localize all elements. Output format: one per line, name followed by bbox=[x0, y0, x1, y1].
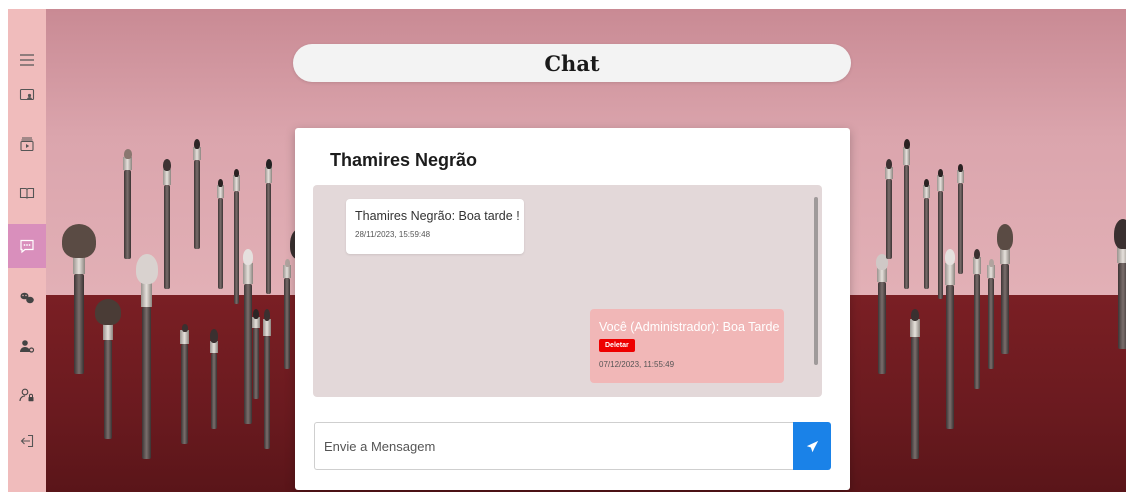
book-icon bbox=[19, 187, 35, 199]
page-title-bar: Chat bbox=[293, 44, 851, 82]
paw-icon bbox=[20, 292, 34, 304]
brush-decoration bbox=[283, 259, 291, 369]
delete-message-button[interactable]: Deletar bbox=[599, 339, 635, 352]
message-compose bbox=[314, 422, 831, 470]
chat-icon bbox=[20, 239, 34, 254]
chat-panel: Thamires Negrão Thamires Negrão: Boa tar… bbox=[295, 128, 850, 490]
message-timestamp: 07/12/2023, 11:55:49 bbox=[599, 360, 675, 369]
brush-decoration bbox=[62, 224, 96, 374]
brush-decoration bbox=[180, 324, 189, 444]
message-outgoing: Você (Administrador): Boa Tarde Deletar … bbox=[590, 309, 784, 383]
brush-decoration bbox=[910, 309, 920, 459]
send-button[interactable] bbox=[793, 422, 831, 470]
brush-decoration bbox=[233, 169, 240, 304]
message-text: Você (Administrador): Boa Tarde bbox=[599, 320, 780, 334]
brush-decoration bbox=[265, 159, 272, 294]
brush-decoration bbox=[263, 309, 271, 449]
sidebar bbox=[8, 9, 46, 492]
screen-user-icon bbox=[19, 88, 35, 101]
menu-icon bbox=[20, 54, 34, 66]
brush-decoration bbox=[193, 139, 201, 249]
user-lock-icon bbox=[19, 388, 34, 402]
app-frame: Chat Thamires Negrão Thamires Negrão: Bo… bbox=[8, 9, 1126, 492]
video-icon bbox=[20, 137, 34, 152]
paper-plane-icon bbox=[806, 440, 818, 452]
message-input[interactable] bbox=[314, 422, 793, 470]
brush-decoration bbox=[997, 224, 1013, 354]
brush-decoration bbox=[957, 164, 964, 274]
brush-decoration bbox=[945, 249, 955, 429]
brush-decoration bbox=[876, 254, 888, 374]
sidebar-item-screen-user[interactable] bbox=[8, 79, 46, 111]
user-settings-icon bbox=[20, 340, 35, 353]
sidebar-item-book[interactable] bbox=[8, 177, 46, 209]
logout-icon bbox=[20, 434, 34, 448]
message-incoming: Thamires Negrão: Boa tarde ! 28/11/2023,… bbox=[346, 199, 524, 254]
sidebar-item-video[interactable] bbox=[8, 128, 46, 160]
sidebar-item-user-lock[interactable] bbox=[8, 379, 46, 411]
brush-decoration bbox=[987, 259, 995, 369]
brush-decoration bbox=[885, 159, 893, 259]
brush-decoration bbox=[973, 249, 981, 389]
sidebar-item-user-settings[interactable] bbox=[8, 330, 46, 362]
message-timestamp: 28/11/2023, 15:59:48 bbox=[355, 230, 431, 239]
brush-decoration bbox=[217, 179, 224, 289]
page-title: Chat bbox=[544, 50, 600, 76]
brush-decoration bbox=[1114, 219, 1126, 349]
brush-decoration bbox=[903, 139, 910, 289]
sidebar-menu-button[interactable] bbox=[8, 44, 46, 76]
brush-decoration bbox=[923, 179, 930, 289]
sidebar-logout-button[interactable] bbox=[8, 425, 46, 457]
brush-decoration bbox=[210, 329, 218, 429]
brush-decoration bbox=[163, 159, 171, 289]
sidebar-item-pets[interactable] bbox=[8, 282, 46, 314]
brush-decoration bbox=[95, 299, 121, 439]
brush-decoration bbox=[252, 309, 260, 399]
chat-contact-name: Thamires Negrão bbox=[330, 150, 478, 170]
message-text: Thamires Negrão: Boa tarde ! bbox=[355, 209, 520, 223]
brush-decoration bbox=[123, 149, 132, 259]
messages-scrollbar[interactable] bbox=[814, 197, 818, 365]
brush-decoration bbox=[135, 254, 158, 459]
sidebar-item-chat[interactable] bbox=[8, 224, 46, 268]
messages-area[interactable]: Thamires Negrão: Boa tarde ! 28/11/2023,… bbox=[313, 185, 822, 397]
brush-decoration bbox=[937, 169, 944, 299]
brush-decoration bbox=[243, 249, 253, 424]
